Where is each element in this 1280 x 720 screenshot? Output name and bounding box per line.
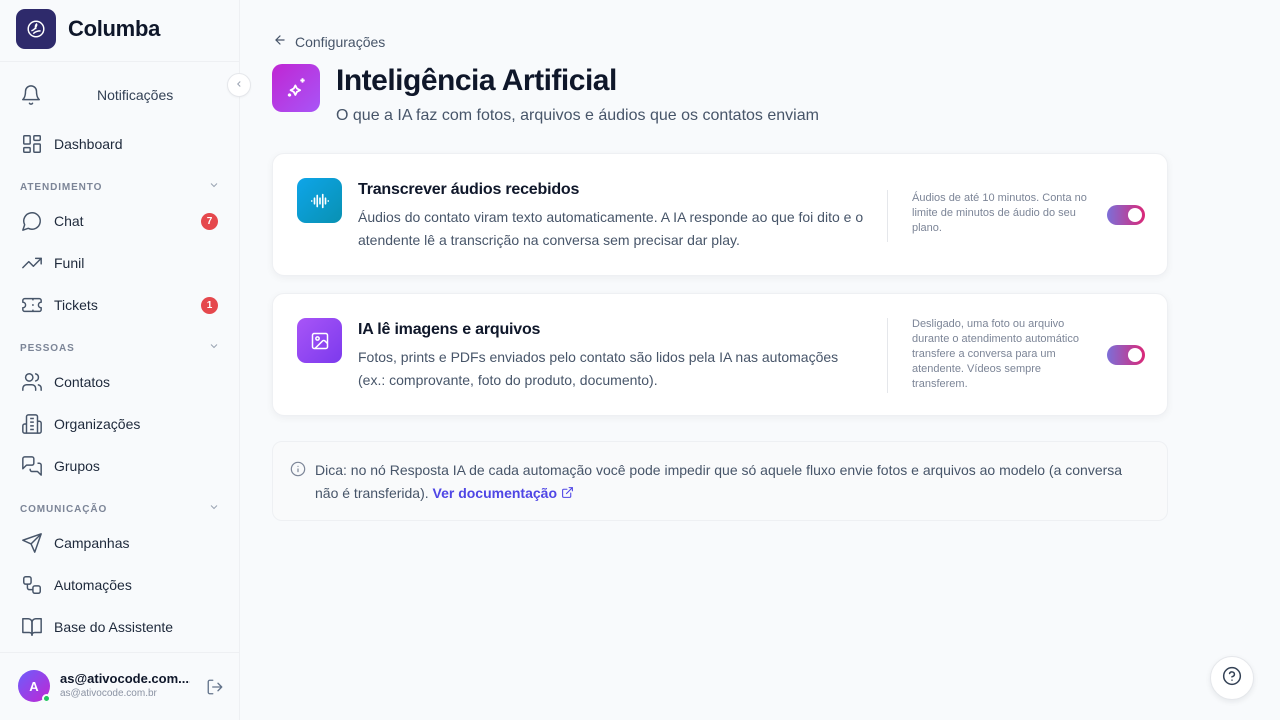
brand-logo-icon [16, 9, 56, 49]
setting-card-audio-transcription: Transcrever áudios recebidos Áudios do c… [272, 153, 1168, 276]
brand-name: Columba [68, 16, 161, 41]
trend-up-icon [20, 251, 44, 275]
back-link[interactable]: Configurações [273, 33, 385, 50]
bell-icon [20, 84, 44, 108]
question-circle-icon [1222, 666, 1242, 691]
audio-transcription-toggle[interactable] [1107, 205, 1145, 225]
sidebar-item-label: Dashboard [54, 136, 123, 152]
sidebar-item-chat[interactable]: Chat 7 [20, 206, 220, 236]
workflow-icon [20, 573, 44, 597]
unread-badge: 1 [201, 297, 218, 314]
online-status-dot [42, 694, 51, 703]
divider [0, 652, 239, 653]
sidebar: Columba Notificações Dashboard ATENDIMEN… [0, 0, 240, 720]
sidebar-item-label: Automações [54, 577, 132, 593]
back-label: Configurações [295, 33, 386, 50]
setting-card-image-reading: IA lê imagens e arquivos Fotos, prints e… [272, 293, 1168, 416]
sidebar-item-label: Contatos [54, 374, 111, 390]
sidebar-item-campanhas[interactable]: Campanhas [20, 528, 220, 558]
sidebar-item-label: Campanhas [54, 535, 130, 551]
card-description: Áudios do contato viram texto automatica… [358, 209, 864, 248]
sidebar-item-label: Chat [54, 213, 84, 229]
image-reading-toggle[interactable] [1107, 345, 1145, 365]
card-title: Transcrever áudios recebidos [358, 181, 580, 198]
card-note: Áudios de até 10 minutos. Conta no limit… [912, 192, 1087, 234]
sidebar-item-label: Tickets [54, 297, 98, 313]
section-label: PESSOAS [20, 342, 75, 354]
documentation-link[interactable]: Ver documentação [433, 485, 574, 501]
unread-badge: 7 [201, 213, 218, 230]
help-button[interactable] [1210, 656, 1254, 700]
tip-box: Dica: no nó Resposta IA de cada automaçã… [272, 441, 1168, 521]
notifications-label: Notificações [97, 87, 174, 103]
chevron-down-icon [208, 178, 220, 196]
messages-icon [20, 454, 44, 478]
chat-bubble-icon [20, 209, 44, 233]
chevron-down-icon [208, 500, 220, 518]
send-icon [20, 531, 44, 555]
chevron-left-icon [234, 76, 244, 94]
page-title: Inteligência Artificial [336, 64, 617, 97]
section-label: COMUNICAÇÃO [20, 503, 108, 515]
sidebar-item-contatos[interactable]: Contatos [20, 367, 220, 397]
brand[interactable]: Columba [16, 9, 160, 49]
section-label: ATENDIMENTO [20, 181, 103, 193]
image-icon [297, 318, 342, 363]
sidebar-item-base-do-assistente[interactable]: Base do Assistente [20, 612, 220, 642]
sidebar-item-tickets[interactable]: Tickets 1 [20, 290, 220, 320]
section-comunicacao[interactable]: COMUNICAÇÃO [20, 502, 220, 516]
ticket-icon [20, 293, 44, 317]
building-icon [20, 412, 44, 436]
documentation-link-label: Ver documentação [432, 485, 558, 501]
section-atendimento[interactable]: ATENDIMENTO [20, 180, 220, 194]
section-pessoas[interactable]: PESSOAS [20, 341, 220, 355]
sidebar-item-automacoes[interactable]: Automações [20, 570, 220, 600]
book-open-icon [20, 615, 44, 639]
users-icon [20, 370, 44, 394]
chevron-down-icon [208, 339, 220, 357]
collapse-sidebar-button[interactable] [227, 73, 251, 97]
external-link-icon [561, 485, 574, 501]
card-title: IA lê imagens e arquivos [358, 321, 541, 338]
arrow-left-icon [273, 33, 287, 50]
dashboard-icon [20, 132, 44, 156]
user-name: as@ativocode.com.... [60, 671, 190, 686]
card-description: Fotos, prints e PDFs enviados pelo conta… [358, 349, 839, 388]
page-subtitle: O que a IA faz com fotos, arquivos e áud… [336, 107, 819, 124]
sidebar-item-funil[interactable]: Funil [20, 248, 220, 278]
user-email: as@ativocode.com.br [60, 688, 157, 699]
sidebar-item-label: Funil [54, 255, 85, 271]
notifications-button[interactable]: Notificações [20, 83, 220, 109]
sidebar-item-dashboard[interactable]: Dashboard [20, 129, 220, 159]
divider [887, 190, 888, 242]
divider [887, 318, 888, 393]
card-note: Desligado, uma foto ou arquivo durante o… [912, 318, 1079, 390]
sidebar-item-label: Base do Assistente [54, 619, 174, 635]
sidebar-item-grupos[interactable]: Grupos [20, 451, 220, 481]
toggle-knob [1128, 208, 1142, 222]
divider [0, 61, 239, 62]
sidebar-item-organizacoes[interactable]: Organizações [20, 409, 220, 439]
info-icon [290, 461, 306, 482]
tip-text: Dica: no nó Resposta IA de cada automaçã… [315, 459, 1135, 505]
audio-waveform-icon [297, 178, 342, 223]
sidebar-item-label: Organizações [54, 416, 141, 432]
sparkles-icon [272, 64, 320, 112]
sidebar-item-label: Grupos [54, 458, 100, 474]
logout-icon[interactable] [206, 678, 224, 696]
toggle-knob [1128, 348, 1142, 362]
user-profile[interactable]: A as@ativocode.com.... as@ativocode.com.… [18, 670, 228, 704]
